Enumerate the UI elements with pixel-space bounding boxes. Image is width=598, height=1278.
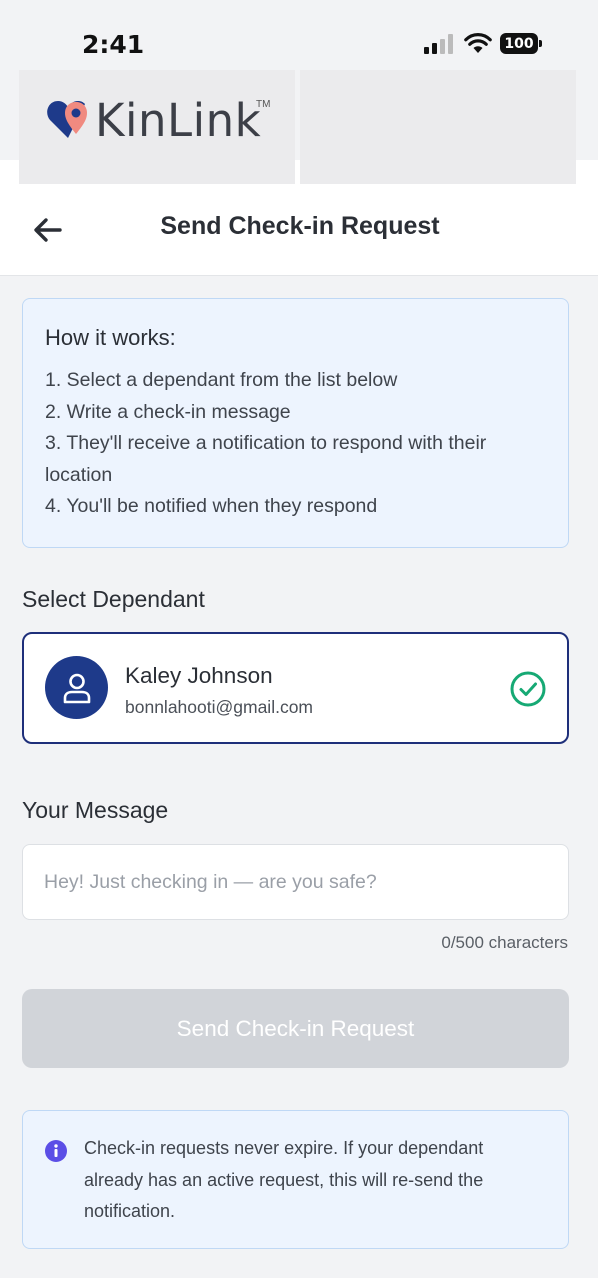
select-dependant-label: Select Dependant [22,586,205,612]
send-check-in-button[interactable]: Send Check-in Request [22,989,569,1068]
brand-divider-left [0,160,19,184]
page-title: Send Check-in Request [160,212,440,240]
dependant-card[interactable]: Kaley Johnson bonnlahooti@gmail.com [22,632,569,744]
battery-icon: 100 [500,33,538,54]
status-time: 2:41 [82,30,145,59]
page-header: Send Check-in Request [0,184,598,276]
user-icon [63,673,90,703]
character-count: 0/500 characters [441,933,568,952]
cellular-signal-icon [424,34,453,54]
battery-nub [539,40,542,47]
your-message-label: Your Message [22,797,169,823]
trademark-mark: TM [256,99,271,110]
wifi-icon [464,33,492,53]
notice-text: Check-in requests never expire. If your … [84,1138,484,1221]
brand-panel-right [300,70,576,184]
avatar [45,656,108,719]
how-it-works-card: How it works: 1. Select a dependant from… [22,298,569,548]
how-it-works-step: 1. Select a dependant from the list belo… [45,369,398,391]
check-circle-icon [510,671,546,707]
expiry-notice: Check-in requests never expire. If your … [22,1110,569,1249]
dependant-name: Kaley Johnson [125,663,273,688]
brand-name: KinLink [95,94,262,147]
how-it-works-step: 2. Write a check-in message [45,400,291,423]
battery-level: 100 [504,35,534,52]
message-input[interactable] [22,844,569,920]
dependant-email: bonnlahooti@gmail.com [125,697,314,717]
how-it-works-step: 4. You'll be notified when they respond [45,495,378,517]
kinlink-logo-icon [47,101,87,138]
how-it-works-step: 3. They'll receive a notification to res… [45,432,487,486]
how-it-works-title: How it works: [45,325,176,350]
brand-divider-right [576,160,598,184]
info-icon [45,1140,67,1162]
brand-divider-middle [295,160,300,184]
